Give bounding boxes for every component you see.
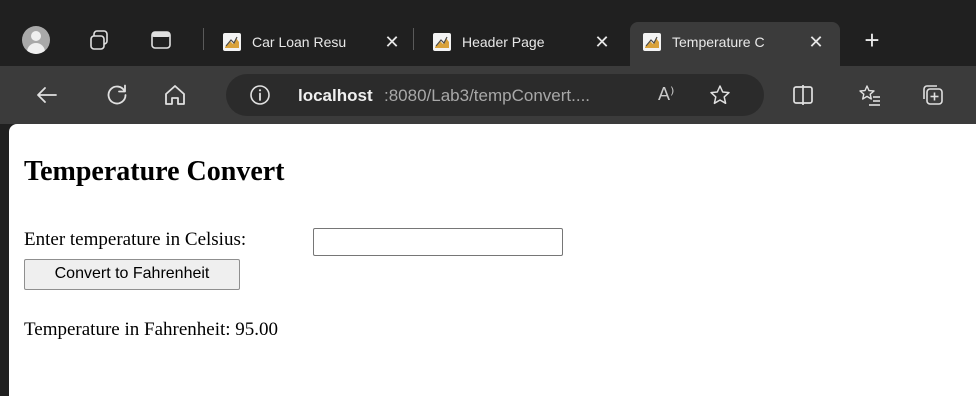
- favorites-list-icon[interactable]: [857, 82, 883, 108]
- refresh-icon[interactable]: [104, 82, 130, 108]
- read-aloud-icon[interactable]: A⁾: [658, 84, 674, 105]
- favorite-star-icon[interactable]: [708, 83, 732, 107]
- tomcat-favicon-icon: [643, 33, 661, 51]
- convert-button[interactable]: Convert to Fahrenheit: [24, 259, 240, 290]
- tomcat-favicon-icon: [433, 33, 451, 51]
- tab-actions-icon[interactable]: [150, 29, 172, 51]
- tab-bar: Car Loan Resu ✕ Header Page ✕ Temperatur…: [0, 0, 976, 66]
- home-icon[interactable]: [162, 82, 188, 108]
- tab-title: Car Loan Resu: [252, 34, 347, 50]
- tomcat-favicon-icon: [223, 33, 241, 51]
- address-bar[interactable]: localhost :8080/Lab3/tempConvert.... A⁾: [226, 74, 764, 116]
- tab-separator: [413, 28, 414, 50]
- url-path: :8080/Lab3/tempConvert....: [384, 86, 591, 105]
- site-info-icon[interactable]: [248, 83, 272, 107]
- workspaces-icon[interactable]: [88, 29, 110, 51]
- tab-title: Header Page: [462, 34, 545, 50]
- close-tab-icon[interactable]: ✕: [806, 32, 826, 52]
- profile-avatar-icon[interactable]: [22, 26, 50, 54]
- celsius-input[interactable]: [313, 228, 563, 256]
- page-content: Temperature Convert Enter temperature in…: [9, 124, 976, 396]
- tab-car-loan[interactable]: Car Loan Resu ✕: [210, 22, 410, 66]
- page-title: Temperature Convert: [24, 156, 285, 187]
- collections-icon[interactable]: [920, 82, 946, 108]
- tab-header-page[interactable]: Header Page ✕: [420, 22, 620, 66]
- tab-temperature[interactable]: Temperature C ✕: [630, 22, 840, 66]
- close-tab-icon[interactable]: ✕: [382, 32, 402, 52]
- back-icon[interactable]: [34, 82, 60, 108]
- tab-separator: [203, 28, 204, 50]
- close-tab-icon[interactable]: ✕: [592, 32, 612, 52]
- new-tab-button[interactable]: +: [859, 27, 885, 54]
- tab-title: Temperature C: [672, 34, 765, 50]
- celsius-label: Enter temperature in Celsius:: [24, 229, 247, 250]
- url-host: localhost: [298, 86, 373, 105]
- split-screen-icon[interactable]: [790, 82, 816, 108]
- fahrenheit-result: Temperature in Fahrenheit: 95.00: [24, 319, 279, 340]
